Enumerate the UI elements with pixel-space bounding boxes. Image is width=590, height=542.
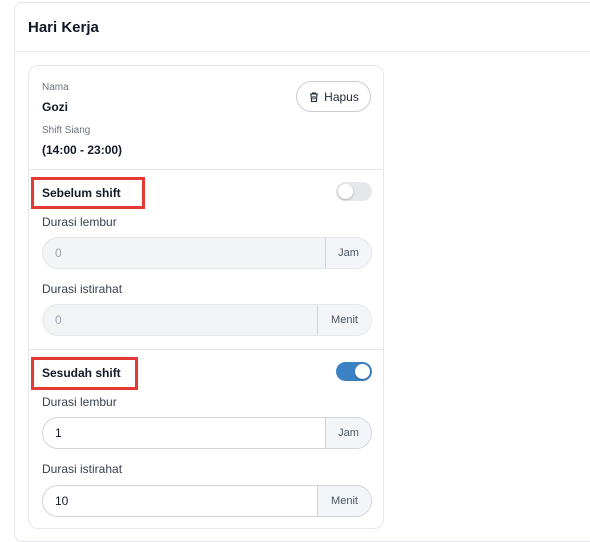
- before-break-field: Menit: [42, 304, 372, 336]
- trash-icon: [310, 91, 319, 102]
- divider-before-shift: [29, 169, 383, 170]
- divider-after-shift: [29, 349, 383, 350]
- header-divider: [15, 51, 590, 52]
- after-break-label: Durasi istirahat: [42, 462, 123, 476]
- before-break-label: Durasi istirahat: [42, 282, 123, 296]
- work-day-panel: Hari Kerja Nama Gozi Shift Siang (14:00 …: [14, 2, 590, 542]
- employee-name: Gozi: [42, 100, 68, 114]
- after-overtime-unit: Jam: [325, 418, 371, 448]
- employee-shift-card: Nama Gozi Shift Siang (14:00 - 23:00) Ha…: [28, 65, 384, 529]
- page-title: Hari Kerja: [28, 19, 99, 36]
- before-overtime-unit: Jam: [325, 238, 371, 268]
- shift-time: (14:00 - 23:00): [42, 143, 123, 157]
- before-overtime-label: Durasi lembur: [42, 215, 117, 229]
- after-overtime-field: Jam: [42, 417, 372, 449]
- after-overtime-input[interactable]: [43, 418, 325, 448]
- after-overtime-label: Durasi lembur: [42, 395, 117, 409]
- before-overtime-input[interactable]: [43, 238, 325, 268]
- delete-button-label: Hapus: [324, 89, 359, 104]
- before-overtime-field: Jam: [42, 237, 372, 269]
- before-shift-title: Sebelum shift: [42, 186, 121, 200]
- after-shift-title: Sesudah shift: [42, 366, 121, 380]
- before-break-input[interactable]: [43, 305, 317, 335]
- delete-button[interactable]: Hapus: [296, 81, 371, 112]
- shift-label: Shift Siang: [42, 125, 91, 136]
- name-label: Nama: [42, 82, 69, 93]
- before-break-unit: Menit: [317, 305, 371, 335]
- after-shift-toggle[interactable]: [336, 362, 372, 381]
- toggle-knob: [355, 364, 370, 379]
- toggle-knob: [338, 184, 353, 199]
- after-break-input[interactable]: [43, 486, 317, 516]
- after-break-field: Menit: [42, 485, 372, 517]
- before-shift-toggle[interactable]: [336, 182, 372, 201]
- after-break-unit: Menit: [317, 486, 371, 516]
